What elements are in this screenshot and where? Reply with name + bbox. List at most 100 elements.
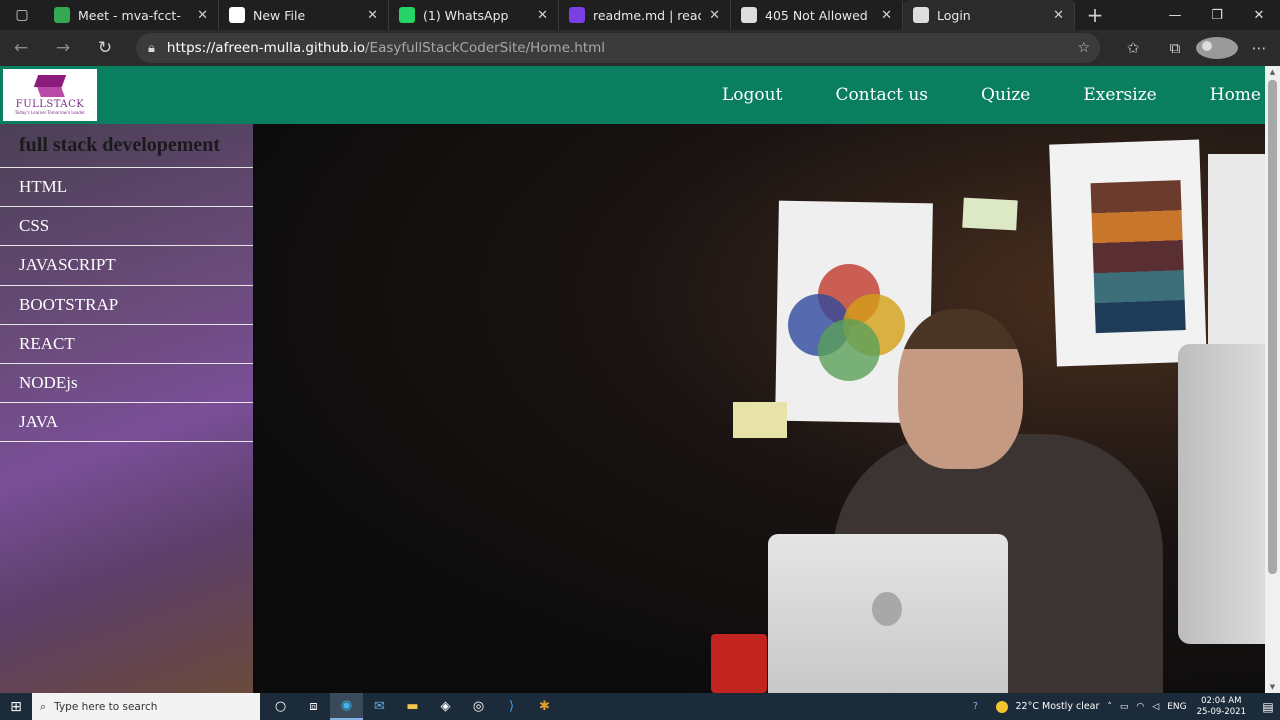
sidebar-heading: full stack developement <box>0 124 253 168</box>
browser-tab[interactable]: New File ✕ <box>219 0 389 30</box>
nav-link-quize[interactable]: Quize <box>981 85 1030 105</box>
site-logo[interactable]: FULLSTACK Today's Learner Tomorrow's Lea… <box>3 69 97 121</box>
wall-poster <box>1049 139 1207 367</box>
apple-logo-icon <box>872 592 902 626</box>
sidebar-item-javascript[interactable]: JAVASCRIPT <box>0 246 253 286</box>
scroll-up-icon[interactable]: ▲ <box>1265 68 1280 76</box>
browser-tab-bar: ▢ Meet - mva-fcct- ✕ New File ✕ (1) WhatsApp… <box>0 0 1280 30</box>
address-bar[interactable]: 🔒︎ https://afreen-mulla.github.io/Easyfu… <box>136 33 1100 63</box>
site-navbar: FULLSTACK Today's Learner Tomorrow's Lea… <box>0 66 1265 124</box>
sidebar-item-react[interactable]: REACT <box>0 325 253 364</box>
lock-icon[interactable]: 🔒︎ <box>148 41 155 56</box>
windows-taskbar: ⊞ ⌕ Type here to search ○ ⧈ ◉ ✉ ▬ ◈ ◎ ⟩ … <box>0 693 1280 720</box>
volume-icon[interactable]: ◁ <box>1152 702 1159 712</box>
battery-icon[interactable]: ▭ <box>1120 702 1129 712</box>
browser-tab[interactable]: Login ✕ <box>903 0 1075 30</box>
browser-tab[interactable]: readme.md | readme.r ✕ <box>559 0 731 30</box>
more-menu-icon[interactable]: ⋯ <box>1238 39 1280 57</box>
forward-arrow-icon[interactable]: → <box>42 30 84 66</box>
page-icon <box>741 7 757 23</box>
scroll-down-icon[interactable]: ▼ <box>1265 683 1280 691</box>
help-icon[interactable]: ? <box>956 701 996 712</box>
mail-icon[interactable]: ✉ <box>363 693 396 720</box>
tab-title: Meet - mva-fcct- <box>78 7 181 23</box>
browser-tab[interactable]: (1) WhatsApp ✕ <box>389 0 559 30</box>
sidebar-item-java[interactable]: JAVA <box>0 403 253 443</box>
sticky-note <box>733 402 787 438</box>
moon-icon <box>995 700 1008 713</box>
reload-icon[interactable]: ↻ <box>84 30 126 66</box>
profile-icon[interactable] <box>1196 37 1238 59</box>
sidebar-item-bootstrap[interactable]: BOOTSTRAP <box>0 286 253 325</box>
github-desktop-icon[interactable]: ◎ <box>462 693 495 720</box>
collections-icon[interactable]: ⧉ <box>1154 39 1196 57</box>
browser-tab[interactable]: 405 Not Allowed ✕ <box>731 0 903 30</box>
person-head <box>898 309 1023 469</box>
wall-poster <box>1208 154 1265 354</box>
nav-link-exersize[interactable]: Exersize <box>1083 85 1156 105</box>
wifi-icon[interactable]: ◠ <box>1136 702 1144 712</box>
tray-icons: ˄ ▭ ◠ ◁ ENG <box>1107 702 1186 712</box>
maximize-icon[interactable]: ❐ <box>1196 0 1238 30</box>
search-icon: ⌕ <box>40 699 47 713</box>
vscode-icon[interactable]: ⟩ <box>495 693 528 720</box>
web-page: FULLSTACK Today's Learner Tomorrow's Lea… <box>0 66 1265 693</box>
venn-diagram-graphic <box>788 264 908 384</box>
meet-icon <box>54 7 70 23</box>
clock[interactable]: 02:04 AM 25-09-2021 <box>1197 696 1246 718</box>
search-placeholder: Type here to search <box>54 700 158 713</box>
window-controls: — ❐ ✕ <box>1154 0 1280 30</box>
notification-icon[interactable]: ▤ <box>1256 700 1280 714</box>
clock-time: 02:04 AM <box>1201 695 1242 706</box>
favorites-icon[interactable]: ✩ <box>1112 39 1154 57</box>
back-arrow-icon[interactable]: ← <box>0 30 42 66</box>
sidebar: full stack developement HTML CSS JAVASCRIP… <box>0 124 253 693</box>
tab-title: 405 Not Allowed <box>765 7 868 23</box>
dropbox-icon[interactable]: ◈ <box>429 693 462 720</box>
file-explorer-icon[interactable]: ▬ <box>396 693 429 720</box>
sidebar-item-html[interactable]: HTML <box>0 168 253 208</box>
task-view-icon[interactable]: ⧈ <box>297 693 330 720</box>
nav-link-home[interactable]: Home <box>1210 85 1261 105</box>
new-tab-button[interactable]: + <box>1075 0 1115 30</box>
tab-title: New File <box>253 7 306 23</box>
close-tab-icon[interactable]: ✕ <box>709 8 720 23</box>
chevron-up-icon[interactable]: ˄ <box>1107 702 1112 712</box>
close-tab-icon[interactable]: ✕ <box>537 8 548 23</box>
cortana-icon[interactable]: ○ <box>264 693 297 720</box>
sidebar-item-css[interactable]: CSS <box>0 207 253 247</box>
windows-start-icon[interactable]: ⊞ <box>0 693 32 720</box>
weather-widget[interactable]: 22°C Mostly clear <box>995 700 1100 713</box>
page-scrollbar[interactable]: ▲ ▼ <box>1265 66 1280 693</box>
close-tab-icon[interactable]: ✕ <box>1053 8 1064 23</box>
slack-icon[interactable]: ✱ <box>528 693 561 720</box>
scrollbar-thumb[interactable] <box>1268 80 1277 574</box>
taskbar-search[interactable]: ⌕ Type here to search <box>32 693 260 720</box>
sticky-note <box>962 197 1018 231</box>
close-window-icon[interactable]: ✕ <box>1238 0 1280 30</box>
red-mug <box>711 634 767 693</box>
address-row: ← → ↻ 🔒︎ https://afreen-mulla.github.io/… <box>0 30 1280 66</box>
nav-link-contact-us[interactable]: Contact us <box>835 85 928 105</box>
logo-subtitle: Today's Learner Tomorrow's Leader <box>14 110 86 115</box>
hero-image <box>253 124 1265 693</box>
logo-mark-icon <box>31 75 69 99</box>
minimize-icon[interactable]: — <box>1154 0 1196 30</box>
avatar <box>1196 37 1238 59</box>
tab-actions-icon[interactable]: ▢ <box>0 0 44 30</box>
sidebar-item-nodejs[interactable]: NODEjs <box>0 364 253 404</box>
weather-text: 22°C Mostly clear <box>1015 701 1100 712</box>
add-favorite-icon[interactable]: ☆ <box>1077 40 1090 56</box>
tab-title: Login <box>937 7 971 23</box>
language-indicator[interactable]: ENG <box>1167 702 1186 712</box>
taskbar-apps: ○ ⧈ ◉ ✉ ▬ ◈ ◎ ⟩ ✱ <box>264 693 561 720</box>
nav-link-logout[interactable]: Logout <box>722 85 782 105</box>
page-icon <box>913 7 929 23</box>
browser-tab[interactable]: Meet - mva-fcct- ✕ <box>44 0 219 30</box>
close-tab-icon[interactable]: ✕ <box>197 8 208 23</box>
edge-icon[interactable]: ◉ <box>330 693 363 720</box>
url-text[interactable]: https://afreen-mulla.github.io/EasyfullS… <box>167 40 605 56</box>
close-tab-icon[interactable]: ✕ <box>881 8 892 23</box>
close-tab-icon[interactable]: ✕ <box>367 8 378 23</box>
readme-icon <box>569 7 585 23</box>
